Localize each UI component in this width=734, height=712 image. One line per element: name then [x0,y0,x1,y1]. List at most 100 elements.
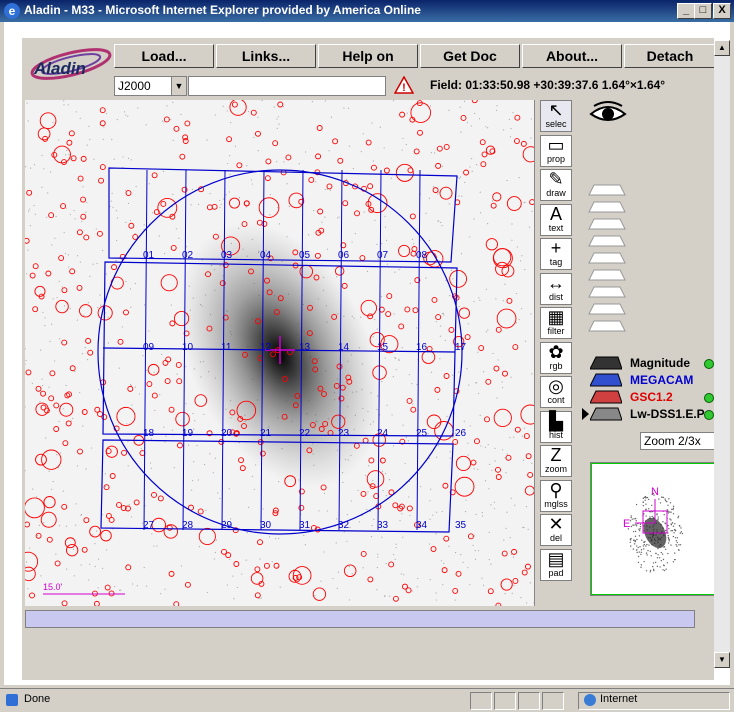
background-star [433,152,436,154]
tool-mglss[interactable]: ⚲ mglss [540,479,572,512]
background-star [508,118,510,121]
tool-dist[interactable]: ↔ dist [540,272,572,305]
tool-tag[interactable]: + tag [540,238,572,270]
background-star [398,358,400,360]
catalog-source-marker [398,323,405,330]
overview-canvas[interactable]: NE [591,463,715,595]
catalog-source-marker [233,561,240,567]
overview-star [670,519,672,521]
chevron-down-icon[interactable]: ▼ [171,77,186,95]
tool-cont[interactable]: ◎ cont [540,376,572,408]
empty-plane-slot[interactable] [588,286,626,298]
background-star [172,139,174,141]
empty-plane-slot[interactable] [588,303,626,315]
background-star [277,115,280,118]
empty-plane-slot[interactable] [588,235,626,247]
help-on-button[interactable]: Help on [318,44,418,68]
target-input[interactable] [188,76,386,96]
hist-icon: ▙ [549,410,563,431]
about-button[interactable]: About... [522,44,622,68]
layer-row[interactable]: Magnitude [582,356,714,372]
background-star [372,336,374,338]
background-star [381,470,384,472]
layer-row[interactable]: MEGACAM [582,373,714,389]
background-star [269,214,271,216]
sky-image-view[interactable]: 01 02 03 04 05 06 07 08 09 10 11 12 13 14 15 16 17 18 19 20… [25,100,535,606]
scroll-up-button[interactable]: ▲ [714,40,730,56]
tool-rgb[interactable]: ✿ rgb [540,341,572,374]
background-star [193,461,195,463]
catalog-source-marker [485,378,492,385]
frame-select[interactable]: J2000 ▼ [114,76,187,96]
tool-draw[interactable]: ✎ draw [540,169,572,201]
empty-plane-slot[interactable] [588,218,626,230]
background-star [153,371,155,373]
eye-icon[interactable] [588,100,628,128]
background-star [504,593,506,595]
background-star [80,514,82,516]
overview-star [672,507,675,510]
overview-star [657,554,659,556]
empty-plane-slot[interactable] [588,269,626,281]
overview-panel[interactable]: NE [590,462,716,596]
background-star [409,282,411,285]
tool-text[interactable]: Atext [540,203,572,236]
overview-star [671,522,674,524]
catalog-source-marker [463,169,470,176]
tool-prop[interactable]: ▭ prop [540,134,572,167]
background-star [530,118,532,120]
get-doc-button[interactable]: Get Doc [420,44,520,68]
tool-select[interactable]: ↖ selec [540,100,572,132]
background-star [328,150,330,152]
detach-button[interactable]: Detach [624,44,716,68]
tool-pad[interactable]: ▤ pad [540,548,572,581]
tool-del[interactable]: ✕ del [540,514,572,546]
background-star [376,243,378,246]
background-star [93,158,95,160]
background-star [164,441,166,443]
vertical-scrollbar[interactable]: ▲ ▼ [714,40,730,668]
tool-zoom[interactable]: Zzoom [540,445,572,477]
overview-star [645,552,648,554]
background-star [59,452,62,454]
overview-star [669,502,672,504]
empty-plane-slot[interactable] [588,320,626,332]
background-star [70,420,73,422]
background-star [288,205,290,208]
background-star [400,573,402,575]
background-star [394,271,396,273]
sky-canvas[interactable]: 01 02 03 04 05 06 07 08 09 10 11 12 13 14 15 16 17 18 19 20… [25,100,534,606]
maximize-button[interactable]: □ [694,3,712,19]
overview-star [679,532,682,534]
background-star [161,120,164,122]
load-button[interactable]: Load... [114,44,214,68]
background-star [436,456,438,458]
background-star [40,349,42,351]
catalog-source-marker [360,490,367,497]
overview-star [675,529,677,532]
background-star [497,604,500,606]
layer-row[interactable]: Lw-DSS1.E.P [582,407,714,423]
close-button[interactable]: X [713,3,731,19]
background-star [99,294,101,296]
empty-plane-slot[interactable] [588,252,626,264]
overview-star [642,504,645,507]
tool-filter[interactable]: ▦ filter [540,307,572,339]
empty-plane-slot[interactable] [588,201,626,213]
background-star [393,313,395,315]
scroll-down-button[interactable]: ▼ [714,652,730,668]
background-star [459,176,462,178]
background-star [454,551,457,554]
warning-icon[interactable]: ! [394,76,414,94]
links-button[interactable]: Links... [216,44,316,68]
tool-hist[interactable]: ▙ hist [540,410,572,443]
catalog-source-marker [273,562,280,569]
zoom-select[interactable]: Zoom 2/3x [640,432,719,450]
background-star [482,584,485,586]
empty-plane-slot[interactable] [588,184,626,196]
background-star [193,428,195,430]
background-star [233,598,235,600]
minimize-button[interactable]: _ [677,3,695,19]
layer-row[interactable]: GSC1.2 [582,390,714,406]
overview-star [646,554,648,556]
